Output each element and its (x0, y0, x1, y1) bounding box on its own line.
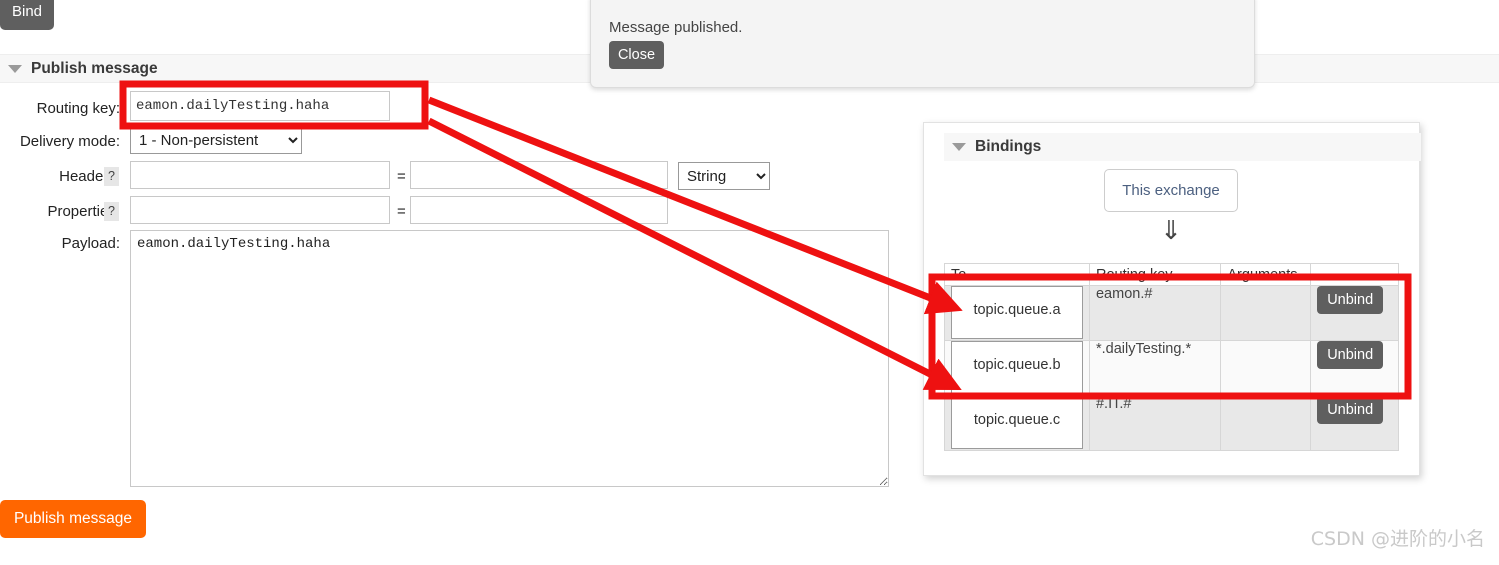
binding-arguments-cell (1220, 340, 1312, 396)
unbind-button[interactable]: Unbind (1317, 396, 1384, 424)
table-header-row: To Routing key Arguments (944, 263, 1399, 286)
unbind-button[interactable]: Unbind (1317, 341, 1384, 369)
table-row: topic.queue.c #.IT.# Unbind (944, 395, 1399, 451)
table-row: topic.queue.a eamon.# Unbind (944, 285, 1399, 341)
queue-link[interactable]: topic.queue.b (951, 341, 1083, 394)
properties-value-input[interactable] (410, 196, 668, 224)
message-published-popup: Message published. Close (590, 0, 1255, 88)
caret-down-icon (952, 143, 966, 151)
payload-textarea[interactable]: eamon.dailyTesting.haha (130, 230, 889, 487)
column-header-arguments: Arguments (1220, 263, 1312, 286)
queue-link[interactable]: topic.queue.c (951, 396, 1083, 449)
binding-action-cell: Unbind (1310, 340, 1399, 396)
binding-to-cell: topic.queue.a (944, 285, 1090, 341)
column-header-to: To (944, 263, 1090, 286)
publish-message-title: Publish message (31, 59, 158, 77)
this-exchange-button[interactable]: This exchange (1104, 169, 1238, 212)
binding-routing-key-cell: #.IT.# (1088, 395, 1222, 451)
unbind-button[interactable]: Unbind (1317, 286, 1384, 314)
publish-message-button[interactable]: Publish message (0, 500, 146, 538)
delivery-mode-select[interactable]: 1 - Non-persistent (130, 127, 302, 154)
properties-help-icon[interactable]: ? (104, 202, 119, 221)
queue-link[interactable]: topic.queue.a (951, 286, 1083, 339)
binding-arguments-cell (1220, 285, 1312, 341)
binding-action-cell: Unbind (1310, 285, 1399, 341)
bind-button[interactable]: Bind (0, 0, 54, 30)
headers-type-select[interactable]: String (678, 162, 770, 190)
column-header-routing-key: Routing key (1088, 263, 1222, 286)
caret-down-icon (8, 64, 22, 73)
binding-routing-key-cell: *.dailyTesting.* (1088, 340, 1222, 396)
binding-arguments-cell (1220, 395, 1312, 451)
headers-key-input[interactable] (130, 161, 390, 189)
routing-key-label: Routing key: (36, 100, 120, 117)
table-row: topic.queue.b *.dailyTesting.* Unbind (944, 340, 1399, 396)
properties-key-input[interactable] (130, 196, 390, 224)
popup-message: Message published. (609, 19, 743, 36)
watermark: CSDN @进阶的小名 (1310, 528, 1485, 550)
properties-label: Properties: (47, 203, 120, 220)
binding-to-cell: topic.queue.b (944, 340, 1090, 396)
binding-to-cell: topic.queue.c (944, 395, 1090, 451)
flow-down-arrow-icon: ⇓ (1160, 215, 1182, 245)
popup-close-button[interactable]: Close (609, 41, 664, 69)
payload-label: Payload: (61, 235, 120, 252)
binding-routing-key-cell: eamon.# (1088, 285, 1222, 341)
bindings-table: To Routing key Arguments topic.queue.a e… (944, 263, 1399, 451)
column-header-actions (1310, 263, 1399, 286)
bindings-panel: Bindings This exchange ⇓ To Routing key … (923, 122, 1421, 476)
binding-action-cell: Unbind (1310, 395, 1399, 451)
headers-equals-sign: = (397, 168, 406, 185)
delivery-mode-label: Delivery mode: (19, 133, 120, 150)
headers-value-input[interactable] (410, 161, 668, 189)
headers-label: Headers: (59, 168, 120, 185)
headers-help-icon[interactable]: ? (104, 167, 119, 186)
routing-key-input[interactable] (130, 91, 390, 121)
properties-equals-sign: = (397, 203, 406, 220)
bindings-title: Bindings (975, 138, 1042, 155)
bindings-section-header[interactable]: Bindings (944, 133, 1421, 161)
